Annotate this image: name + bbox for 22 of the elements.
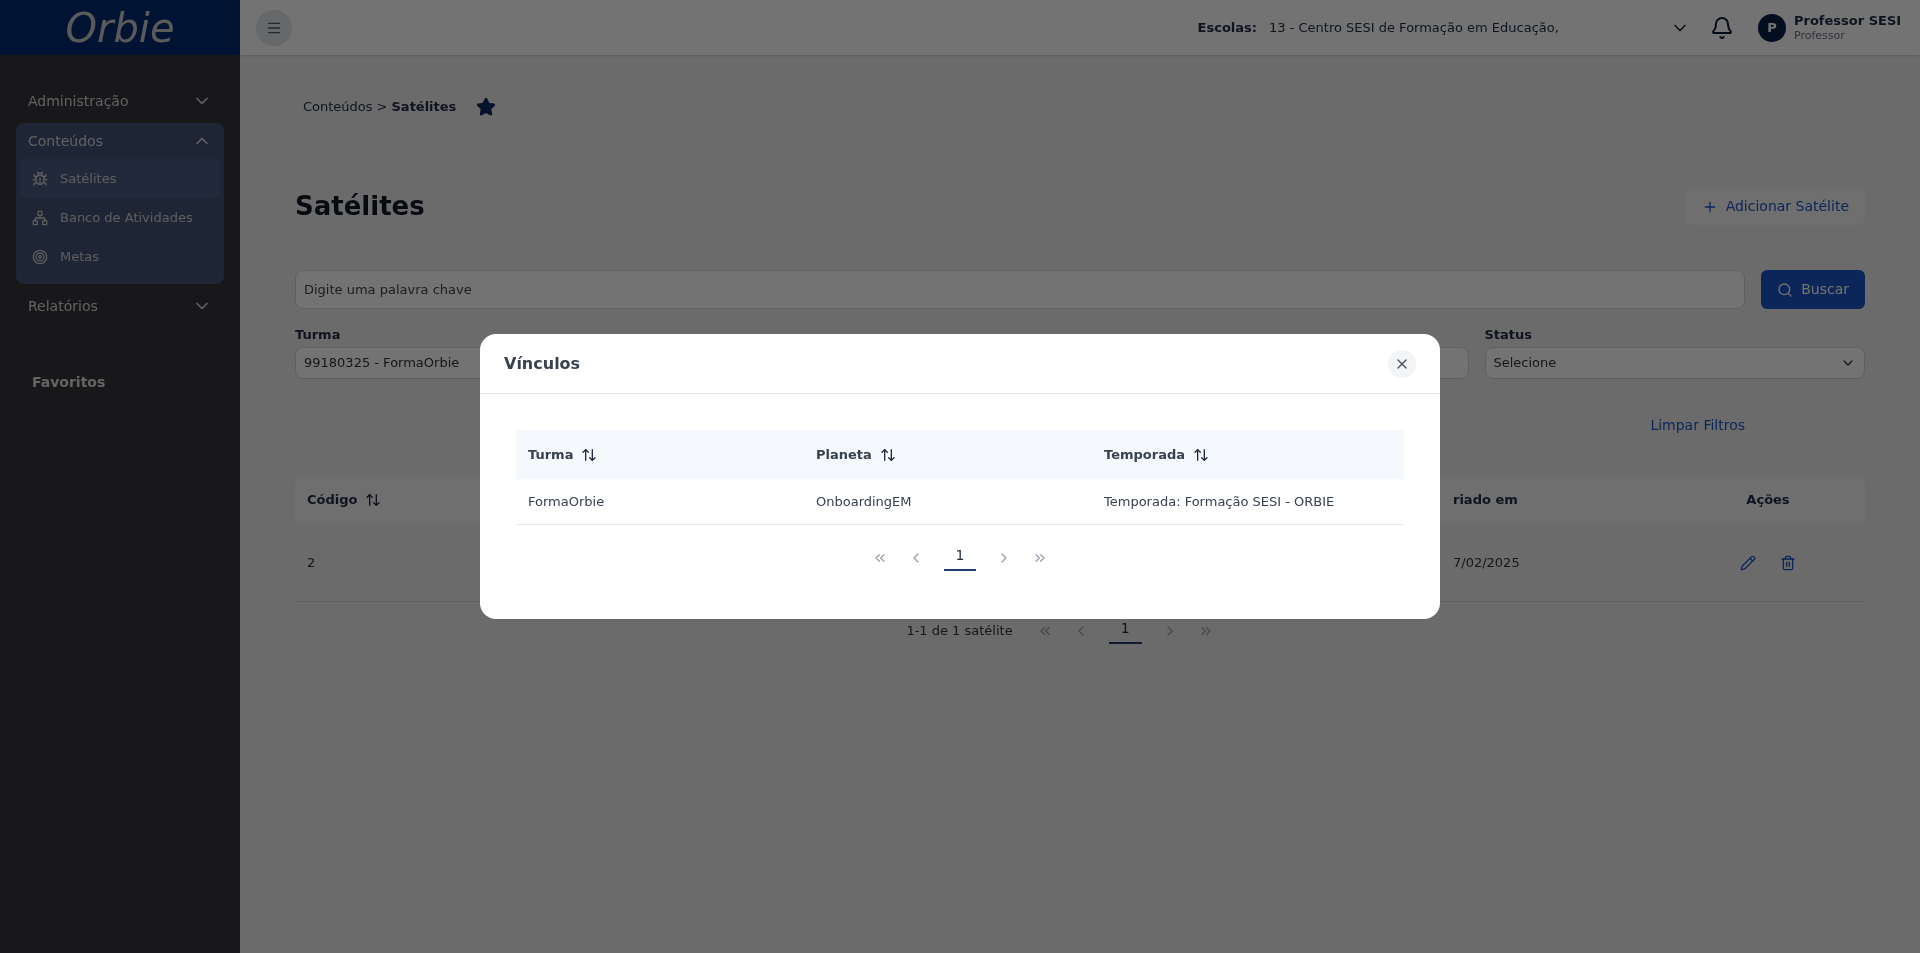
modal-title: Vínculos [504,352,581,375]
table-cell-text: Temporada: Formação SESI - ORBIE [1104,492,1336,511]
table-cell-text: FormaOrbie [528,492,606,511]
table-cell-text: 7/02/2025 [1453,553,1521,572]
table-cell: 2 [307,554,316,570]
table-cell-text: OnboardingEM [816,492,913,511]
pagination-summary: 1-1 de 1 satélite [906,622,1013,641]
page-title: Satélites [295,190,425,223]
breadcrumb-item: Satélites [391,98,457,117]
column-header: riado em [1453,491,1519,510]
column-header: Temporada [1104,444,1392,465]
user-role: Professor [1794,28,1846,43]
favorites-heading: Favoritos [32,373,107,392]
column-header: Ações [1745,491,1791,510]
breadcrumb-separator: > [376,98,388,117]
filter-label: Status [1484,326,1534,343]
logo: Orbie [65,7,175,48]
column-header: Turma [528,444,816,465]
user-name: Professor SESI [1794,12,1903,29]
filter-label: Turma [295,326,342,343]
schools-label: Escolas: [1197,18,1257,37]
column-header: Planeta [816,444,1104,465]
